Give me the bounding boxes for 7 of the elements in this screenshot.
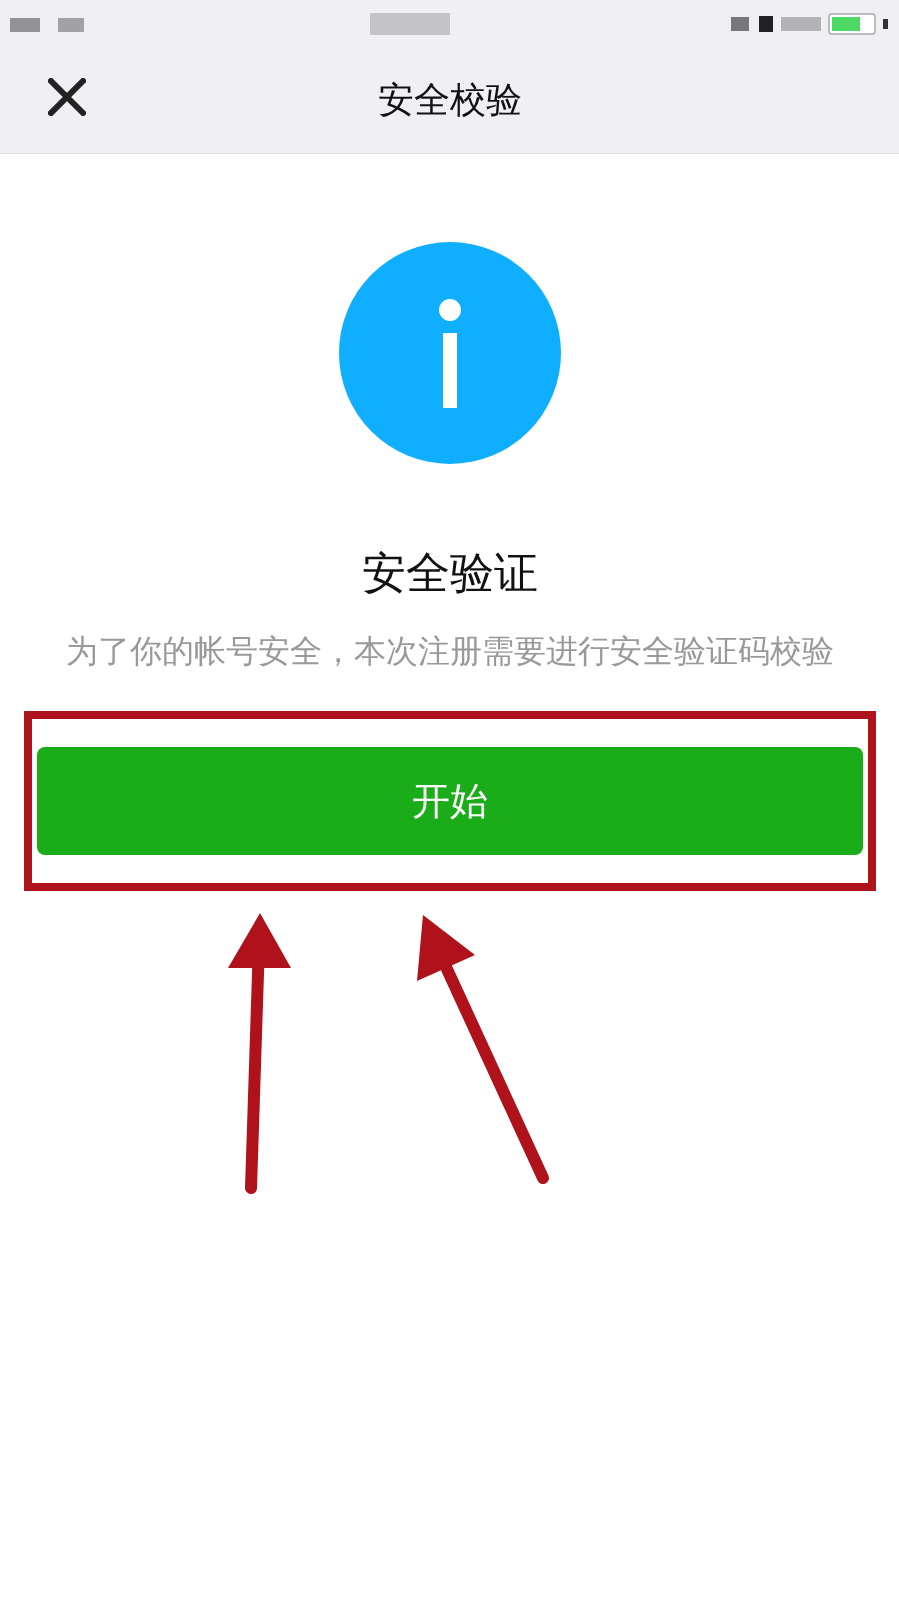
info-icon	[338, 242, 561, 464]
notice-heading: 安全验证	[361, 546, 538, 600]
close-icon[interactable]	[48, 78, 86, 116]
nav-title: 安全校验	[377, 78, 522, 122]
battery-icon	[731, 11, 891, 37]
start-button[interactable]: 开始	[36, 747, 863, 855]
notice-description: 为了你的帐号安全，本次注册需要进行安全验证码校验	[64, 631, 835, 672]
